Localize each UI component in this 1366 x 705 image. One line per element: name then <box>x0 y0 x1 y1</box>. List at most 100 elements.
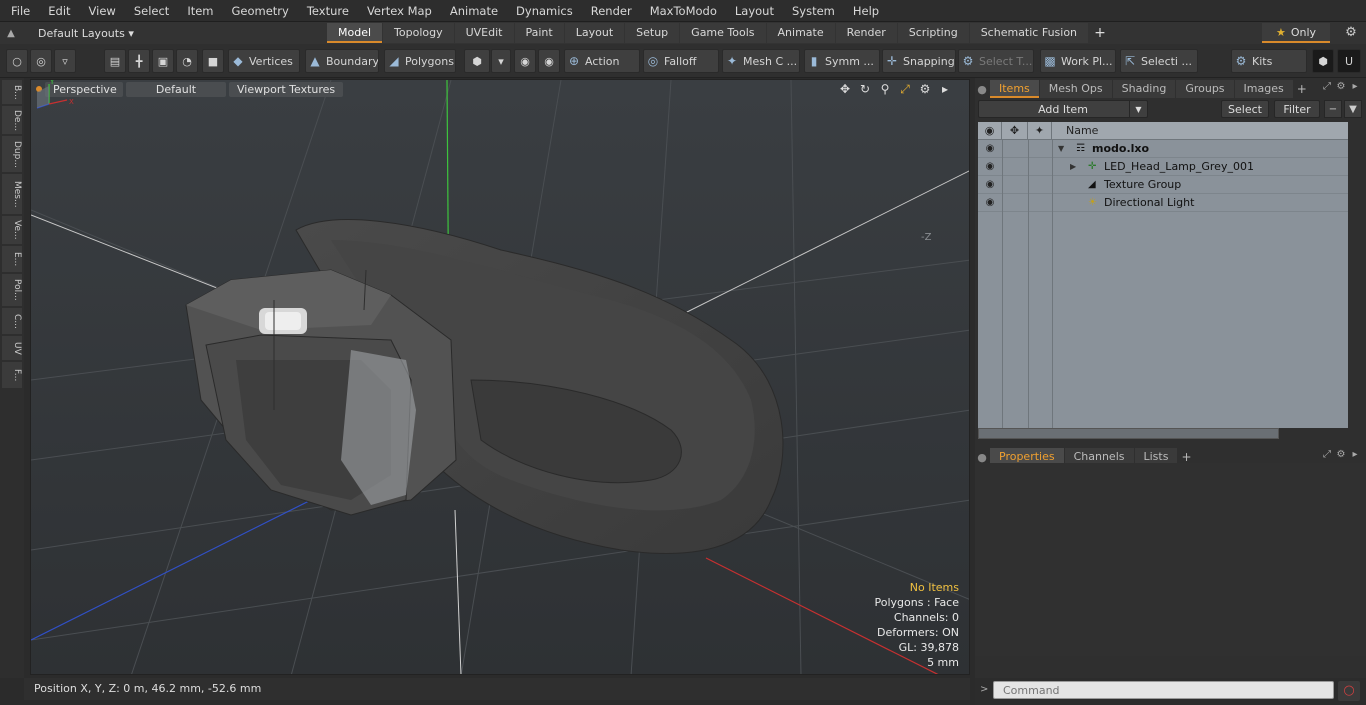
strip-tab-edge[interactable]: E... <box>2 246 22 272</box>
render-header-icon[interactable]: ✦ <box>1028 122 1052 140</box>
select-button[interactable]: Select <box>1221 100 1269 118</box>
properties-menu-icon[interactable]: ● <box>975 451 989 464</box>
menu-select[interactable]: Select <box>123 4 176 18</box>
strip-tab-vertex[interactable]: Ve... <box>2 216 22 244</box>
funnel-icon[interactable]: ▼ <box>1344 100 1362 118</box>
menu-system[interactable]: System <box>781 4 842 18</box>
falloff-button[interactable]: ◎ Falloff <box>643 49 719 73</box>
tab-paint[interactable]: Paint <box>514 23 564 43</box>
tab-topology[interactable]: Topology <box>383 23 454 43</box>
only-toggle[interactable]: ★ Only <box>1262 23 1330 43</box>
work-plane-button[interactable]: ▩ Work Pl... <box>1040 49 1116 73</box>
align-icon[interactable]: ▤ <box>104 49 126 73</box>
circle-select-icon[interactable]: ○ <box>6 49 28 73</box>
mesh-constraint-button[interactable]: ✦ Mesh C ... <box>722 49 800 73</box>
panel-gear-icon[interactable]: ⚙ <box>1334 81 1348 92</box>
polygons-button[interactable]: ◢ Polygons <box>384 49 456 73</box>
collapse-icon[interactable]: − <box>1324 100 1342 118</box>
panel-menu-icon[interactable]: ● <box>975 83 989 96</box>
tab-game-tools[interactable]: Game Tools <box>680 23 766 43</box>
properties-arrow-icon[interactable]: ▸ <box>1348 449 1362 460</box>
snapping-button[interactable]: ✛ Snapping <box>882 49 956 73</box>
panel-expand-icon[interactable]: ⤢ <box>1320 81 1334 92</box>
tab-mesh-ops[interactable]: Mesh Ops <box>1039 80 1112 98</box>
unreal-icon[interactable]: U <box>1337 49 1361 73</box>
menu-vertex-map[interactable]: Vertex Map <box>356 4 439 18</box>
tree-row-directional-light[interactable]: ◉ ☀ Directional Light <box>978 194 1348 212</box>
visibility-eye-icon[interactable]: ◉ <box>978 194 1002 212</box>
menu-render[interactable]: Render <box>580 4 639 18</box>
pan-icon[interactable]: ✥ <box>835 82 855 97</box>
tab-layout[interactable]: Layout <box>564 23 625 43</box>
center-icon[interactable]: ╋ <box>128 49 150 73</box>
viewport-settings-icon[interactable]: ⚙ <box>915 82 935 97</box>
boundary-button[interactable]: ▲ Boundary <box>305 49 379 73</box>
3d-viewport[interactable]: -Z Perspective Default Viewport Textures… <box>30 79 970 675</box>
maximize-icon[interactable]: ⤢ <box>895 82 915 97</box>
strip-tab-mesh-edit[interactable]: Mes... <box>2 174 22 214</box>
strip-tab-polygon[interactable]: Pol... <box>2 274 22 306</box>
menu-view[interactable]: View <box>78 4 123 18</box>
strip-tab-uv[interactable]: UV <box>2 336 22 360</box>
command-input[interactable] <box>993 681 1334 699</box>
material-icon[interactable]: ◉ <box>514 49 536 73</box>
item-mode-icon[interactable]: ⬢ <box>464 49 490 73</box>
panel-arrow-icon[interactable]: ▸ <box>1348 81 1362 92</box>
default-dropdown[interactable]: Default <box>126 81 226 97</box>
tab-scripting[interactable]: Scripting <box>897 23 969 43</box>
menu-edit[interactable]: Edit <box>37 4 77 18</box>
viewport-textures-dropdown[interactable]: Viewport Textures <box>229 81 344 97</box>
tab-render[interactable]: Render <box>835 23 897 43</box>
globe-icon[interactable]: ◎ <box>30 49 52 73</box>
visibility-eye-icon[interactable]: ◉ <box>978 176 1002 194</box>
vertices-button[interactable]: ◆ Vertices <box>228 49 300 73</box>
tab-shading[interactable]: Shading <box>1112 80 1176 98</box>
menu-item[interactable]: Item <box>176 4 220 18</box>
mode-dropdown-icon[interactable]: ▾ <box>491 49 511 73</box>
tab-model[interactable]: Model <box>327 23 383 43</box>
texture-mode-icon[interactable]: ◉ <box>538 49 560 73</box>
add-tab-icon[interactable]: + <box>1089 23 1111 43</box>
strip-tab-fusion[interactable]: F... <box>2 362 22 388</box>
tab-items[interactable]: Items <box>990 80 1039 98</box>
properties-gear-icon[interactable]: ⚙ <box>1334 449 1348 460</box>
lock-header-icon[interactable]: ✥ <box>1002 122 1028 140</box>
tab-schematic-fusion[interactable]: Schematic Fusion <box>969 23 1089 43</box>
menu-layout[interactable]: Layout <box>724 4 781 18</box>
viewport-expand-icon[interactable]: ▸ <box>935 82 955 97</box>
visibility-eye-icon[interactable]: ◉ <box>978 140 1002 158</box>
record-icon[interactable]: ○ <box>1338 681 1360 701</box>
item-list-scrollbar[interactable] <box>978 428 1279 439</box>
expand-triangle-icon[interactable]: ▼ <box>1058 140 1064 158</box>
kits-button[interactable]: ⚙ Kits <box>1231 49 1307 73</box>
name-column-header[interactable]: Name <box>1052 122 1348 140</box>
add-item-button[interactable]: Add Item ▼ <box>978 100 1148 118</box>
tree-row-head-lamp[interactable]: ◉ ▶ ✛ LED_Head_Lamp_Grey_001 <box>978 158 1348 176</box>
tree-row-texture-group[interactable]: ◉ ◢ Texture Group <box>978 176 1348 194</box>
menu-geometry[interactable]: Geometry <box>221 4 296 18</box>
visibility-header-icon[interactable]: ◉ <box>978 122 1002 140</box>
tab-uvedit[interactable]: UVEdit <box>454 23 514 43</box>
strip-tab-basic[interactable]: B... <box>2 80 22 104</box>
menu-animate[interactable]: Animate <box>439 4 505 18</box>
tree-row-modo-lxo[interactable]: ◉ ▼ ☶ modo.lxo <box>978 140 1348 158</box>
symmetry-button[interactable]: ▮ Symm ... <box>804 49 880 73</box>
unity-icon[interactable]: ⬢ <box>1312 49 1334 73</box>
sphere-icon[interactable]: ◔ <box>176 49 198 73</box>
menu-help[interactable]: Help <box>842 4 886 18</box>
filter-button[interactable]: Filter <box>1274 100 1320 118</box>
strip-tab-duplicate[interactable]: Dup... <box>2 136 22 172</box>
rotate-icon[interactable]: ↻ <box>855 82 875 97</box>
tab-images[interactable]: Images <box>1234 80 1293 98</box>
tab-animate[interactable]: Animate <box>766 23 835 43</box>
properties-expand-icon[interactable]: ⤢ <box>1320 449 1334 460</box>
collapse-triangle-icon[interactable]: ▶ <box>1070 158 1076 176</box>
tab-setup[interactable]: Setup <box>625 23 680 43</box>
layout-menu-icon[interactable]: ▲ <box>0 28 22 39</box>
menu-maxtomodo[interactable]: MaxToModo <box>639 4 724 18</box>
add-item-dropdown-icon[interactable]: ▼ <box>1129 101 1147 118</box>
strip-tab-curve[interactable]: C... <box>2 308 22 334</box>
menu-texture[interactable]: Texture <box>296 4 356 18</box>
frame-icon[interactable]: ▣ <box>152 49 174 73</box>
menu-file[interactable]: File <box>0 4 37 18</box>
